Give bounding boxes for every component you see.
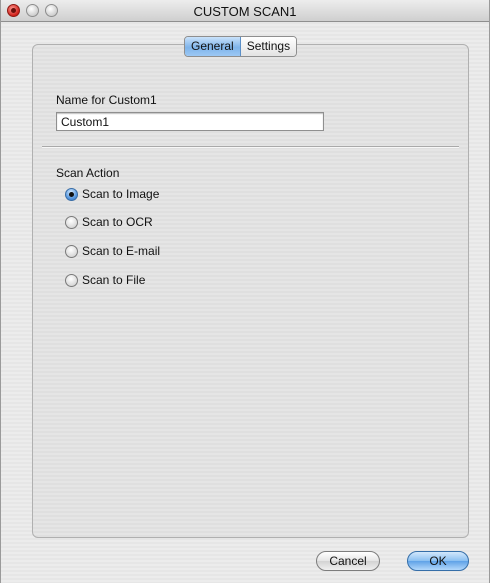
radio-icon[interactable] — [65, 273, 78, 287]
title-bar[interactable]: CUSTOM SCAN1 — [1, 0, 489, 22]
ok-button[interactable]: OK — [407, 551, 469, 571]
scan-action-label: Scan Action — [56, 166, 120, 180]
option-label: Scan to File — [82, 273, 146, 287]
option-label: Scan to OCR — [82, 215, 153, 229]
tab-settings[interactable]: Settings — [240, 37, 297, 56]
tab-general[interactable]: General — [185, 37, 241, 56]
option-scan-to-image[interactable]: Scan to Image — [65, 186, 159, 202]
name-field[interactable] — [56, 112, 324, 131]
section-divider — [42, 146, 459, 148]
option-label: Scan to Image — [82, 187, 160, 201]
option-label: Scan to E-mail — [82, 244, 161, 258]
option-scan-to-email[interactable]: Scan to E-mail — [65, 243, 160, 259]
radio-icon[interactable] — [65, 244, 78, 258]
tab-bar: General Settings — [184, 36, 298, 57]
cancel-button[interactable]: Cancel — [316, 551, 380, 571]
radio-selected-icon[interactable] — [65, 187, 78, 201]
option-scan-to-ocr[interactable]: Scan to OCR — [65, 214, 153, 230]
dialog-window: CUSTOM SCAN1 General Settings Name for C… — [0, 0, 490, 583]
name-field-label: Name for Custom1 — [56, 93, 157, 107]
window-title: CUSTOM SCAN1 — [193, 4, 297, 19]
option-scan-to-file[interactable]: Scan to File — [65, 272, 145, 288]
radio-icon[interactable] — [65, 215, 78, 229]
